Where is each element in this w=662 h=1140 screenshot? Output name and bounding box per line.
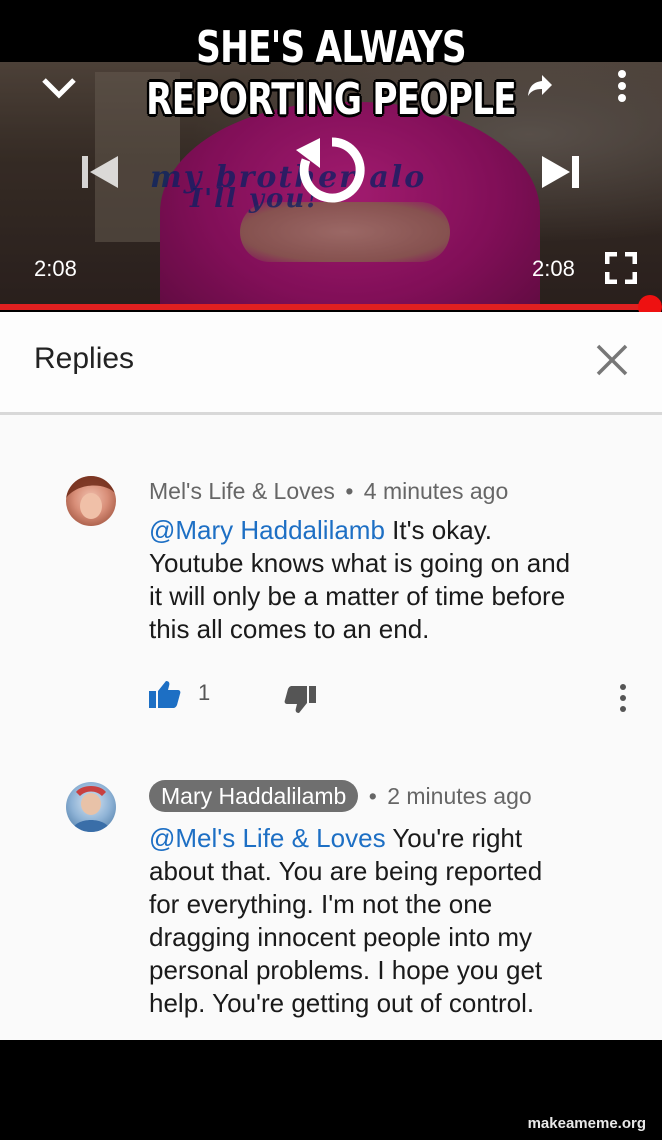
replies-title: Replies: [34, 342, 135, 375]
comment-text: @Mary Haddalilamb It's okay. Youtube kno…: [149, 514, 649, 646]
comment-text-line: You're right: [385, 823, 523, 853]
comment-meta: Mary Haddalilamb • 2 minutes ago: [149, 780, 532, 812]
more-vert-icon[interactable]: [616, 68, 628, 109]
comment-author[interactable]: Mel's Life & Loves: [149, 478, 335, 504]
meme-caption: SHE'S ALWAYS REPORTING PEOPLE: [73, 22, 589, 126]
comment-text-line: for everything. I'm not the one: [149, 889, 493, 919]
comment-text-line: Youtube knows what is going on and: [149, 548, 571, 578]
meta-separator: •: [345, 478, 354, 504]
comment-text: @Mel's Life & Loves You're right about t…: [149, 822, 649, 1020]
skip-previous-icon[interactable]: [80, 152, 120, 197]
avatar[interactable]: [66, 782, 116, 832]
comment-text-line: this all comes to an end.: [149, 614, 430, 644]
meta-separator: •: [368, 783, 377, 809]
more-vert-icon[interactable]: [620, 684, 628, 714]
thumb-down-icon[interactable]: [284, 686, 316, 719]
watermark: makeameme.org: [527, 1115, 646, 1132]
skip-next-icon[interactable]: [540, 152, 584, 197]
meme-caption-line-2: REPORTING PEOPLE: [146, 74, 517, 125]
comment-author-chip[interactable]: Mary Haddalilamb: [149, 780, 359, 812]
comment-meta: Mel's Life & Loves • 4 minutes ago: [149, 478, 508, 505]
thumb-up-icon[interactable]: [149, 680, 181, 713]
replay-icon[interactable]: [290, 128, 374, 217]
comment-text-line: about that. You are being reported: [149, 856, 543, 886]
like-count: 1: [198, 680, 211, 705]
close-icon[interactable]: [594, 342, 630, 378]
mention-link[interactable]: @Mary Haddalilamb: [149, 515, 385, 545]
bottom-band: makeameme.org: [0, 1040, 662, 1140]
elapsed-time: 2:08: [34, 256, 77, 281]
progress-bar[interactable]: [0, 304, 650, 310]
comment-text-line: personal problems. I hope you get: [149, 955, 543, 985]
fullscreen-icon[interactable]: [604, 251, 638, 289]
avatar[interactable]: [66, 476, 116, 526]
comment-text-line: dragging innocent people into my: [149, 922, 533, 952]
replies-header: Replies: [0, 312, 662, 415]
duration-time: 2:08: [532, 256, 575, 281]
comment-time: 4 minutes ago: [363, 478, 509, 504]
comment-time: 2 minutes ago: [387, 783, 532, 809]
replies-panel: Replies Mel's Life & Loves • 4 minutes a…: [0, 312, 662, 1040]
comment-text-line: It's okay.: [384, 515, 492, 545]
comment-text-line: it will only be a matter of time before: [149, 581, 566, 611]
meme-caption-line-1: SHE'S ALWAYS: [196, 22, 466, 73]
mention-link[interactable]: @Mel's Life & Loves: [149, 823, 386, 853]
comment-text-line: help. You're getting out of control.: [149, 988, 535, 1018]
